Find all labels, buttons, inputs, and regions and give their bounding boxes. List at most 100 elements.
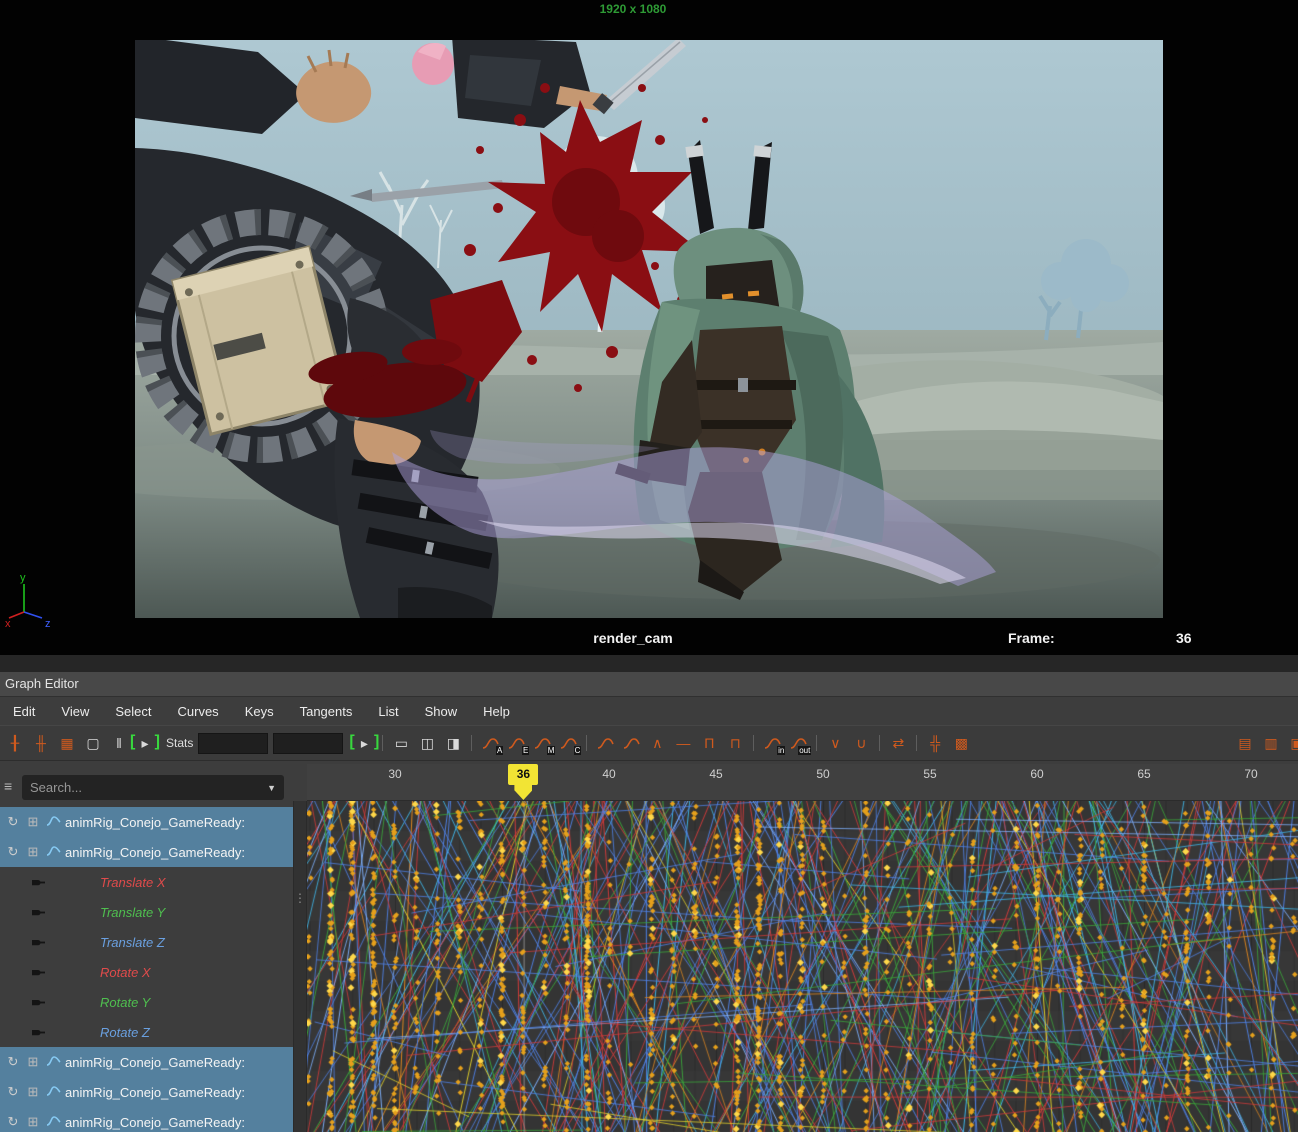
curve-graph[interactable] — [307, 801, 1298, 1132]
insert-keys-tool-icon[interactable]: ╫ — [28, 731, 54, 755]
spline-tangent-button-icon[interactable] — [592, 731, 618, 755]
grid-icon: ⊞ — [25, 1054, 41, 1070]
stats-label: Stats — [166, 736, 193, 750]
move-nearest-picked-key-tool-icon[interactable]: ╂ — [2, 731, 28, 755]
character-set-icon: ↻ — [5, 1084, 21, 1100]
stacked-view-button-icon[interactable]: ◫ — [414, 731, 440, 755]
dropdown-arrow-icon[interactable]: ▼ — [267, 783, 276, 793]
channel-label: Translate X — [100, 875, 166, 890]
graph-editor-panel: Graph Editor EditViewSelectCurvesKeysTan… — [0, 672, 1298, 1132]
ruler-tick-label: 65 — [1124, 767, 1164, 781]
frame-value: 36 — [1176, 630, 1192, 646]
tangent-badge: out — [798, 746, 811, 755]
ruler-tick-label: 60 — [1017, 767, 1057, 781]
outliner-node-row[interactable]: ↻⊞ animRig_Conejo_GameReady: — [0, 837, 293, 867]
current-frame-pointer — [514, 785, 532, 800]
step-tangent-button-icon[interactable]: Π — [696, 731, 722, 755]
outliner-channel-row[interactable]: Translate X — [0, 867, 293, 897]
unify-tangents-button-icon[interactable]: ∪ — [848, 731, 874, 755]
show-buffer-curves-button-icon[interactable]: ▣ — [1284, 731, 1298, 755]
timeline-ruler[interactable]: 36 3040455055606570 — [307, 764, 1298, 801]
stats-field-1[interactable] — [198, 733, 268, 754]
node-label: animRig_Conejo_GameReady: — [65, 1085, 245, 1100]
outliner-node-row[interactable]: ↻⊞animRig_Conejo_GameReady: — [0, 1077, 293, 1107]
tangent-badge: in — [777, 746, 785, 755]
outliner-node-row[interactable]: ↻⊞animRig_Conejo_GameReady: — [0, 1107, 293, 1132]
in-tangent-button-icon[interactable]: in — [759, 731, 785, 755]
lattice-deform-keys-tool-icon[interactable]: ▦ — [54, 731, 80, 755]
ruler-tick-label: 55 — [910, 767, 950, 781]
panel-splitter[interactable]: ⋮ — [293, 801, 307, 1132]
outliner-channel-row[interactable]: Translate Y — [0, 897, 293, 927]
menu-curves[interactable]: Curves — [165, 699, 232, 724]
free-tangent-weight-button-icon[interactable]: ⇄ — [885, 731, 911, 755]
node-label: animRig_Conejo_GameReady: — [65, 845, 245, 860]
character-set-icon: ↻ — [5, 1054, 21, 1070]
outliner-channel-row[interactable]: Rotate Y — [0, 987, 293, 1017]
linear-tangent-button-icon[interactable]: ∧ — [644, 731, 670, 755]
render-viewport[interactable] — [135, 40, 1163, 618]
keyframe-icon — [30, 907, 48, 918]
menu-help[interactable]: Help — [470, 699, 523, 724]
auto-mix-tangent-button-icon[interactable]: M — [529, 731, 555, 755]
channel-label: Rotate Z — [100, 1025, 150, 1040]
graph-select-tool-icon[interactable]: ▸ — [132, 731, 158, 755]
tangent-badge: M — [547, 746, 556, 755]
ruler-tick-label: 70 — [1231, 767, 1271, 781]
outliner-channel-row[interactable]: Rotate Z — [0, 1017, 293, 1047]
channel-label: Translate Y — [100, 905, 165, 920]
menu-select[interactable]: Select — [102, 699, 164, 724]
outliner-channel-row[interactable]: Translate Z — [0, 927, 293, 957]
clamped-tangent-button-icon[interactable] — [618, 731, 644, 755]
anim-curve-icon — [45, 815, 61, 830]
buffer-curve-snapshot-button-icon[interactable]: ▤ — [1232, 731, 1258, 755]
grid-icon: ⊞ — [25, 1114, 41, 1130]
menu-keys[interactable]: Keys — [232, 699, 287, 724]
toolbar-separator — [586, 735, 587, 751]
auto-ease-tangent-button-icon[interactable]: E — [503, 731, 529, 755]
auto-tangent-button-icon[interactable]: A — [477, 731, 503, 755]
search-input[interactable]: Search... ▼ — [22, 775, 284, 800]
ruler-tick-label: 40 — [589, 767, 629, 781]
keypad-entry-button-icon[interactable]: ▩ — [948, 731, 974, 755]
buffer-curve-swap-button-icon[interactable]: ▥ — [1258, 731, 1284, 755]
toolbar-separator — [879, 735, 880, 751]
channel-outliner: ↻⊞animRig_Conejo_GameReady:↻⊞animRig_Con… — [0, 807, 293, 1132]
toolbar-separator — [816, 735, 817, 751]
grid-icon: ⊞ — [25, 844, 41, 860]
toolbar-separator — [916, 735, 917, 751]
toolbar-separator — [471, 735, 472, 751]
current-frame-number: 36 — [517, 767, 530, 781]
absolute-view-button-icon[interactable]: ▭ — [388, 731, 414, 755]
menu-tangents[interactable]: Tangents — [287, 699, 366, 724]
out-tangent-button-icon[interactable]: out — [785, 731, 811, 755]
keyframe-icon — [30, 967, 48, 978]
axis-z-label: z — [45, 618, 51, 628]
break-tangents-button-icon[interactable]: ∨ — [822, 731, 848, 755]
axis-gizmo: y x z — [4, 570, 60, 628]
outliner-node-row[interactable]: ↻⊞animRig_Conejo_GameReady: — [0, 807, 293, 837]
tangent-badge: E — [522, 746, 529, 755]
flat-tangent-button-icon[interactable]: ― — [670, 731, 696, 755]
menu-edit[interactable]: Edit — [0, 699, 48, 724]
region-select-tool-icon[interactable]: ▢ — [80, 731, 106, 755]
outliner-channel-row[interactable]: Rotate X — [0, 957, 293, 987]
tangent-badge: A — [496, 746, 503, 755]
move-key-component-button-icon[interactable]: ╬ — [922, 731, 948, 755]
menu-show[interactable]: Show — [412, 699, 471, 724]
menu-view[interactable]: View — [48, 699, 102, 724]
playhead-snap-toggle-icon[interactable]: ▸ — [351, 731, 377, 755]
retime-tool-icon[interactable]: ‖ — [106, 731, 132, 755]
auto-custom-tangent-button-icon[interactable]: C — [555, 731, 581, 755]
stats-field-2[interactable] — [273, 733, 343, 754]
plateau-tangent-button-icon[interactable]: ⊓ — [722, 731, 748, 755]
panel-menu-icon[interactable]: ≡ — [4, 778, 12, 794]
character-set-icon: ↻ — [5, 844, 21, 860]
outliner-node-row[interactable]: ↻⊞animRig_Conejo_GameReady: — [0, 1047, 293, 1077]
anim-curve-icon — [45, 1085, 61, 1100]
current-frame-marker[interactable]: 36 — [508, 764, 538, 785]
menu-list[interactable]: List — [365, 699, 411, 724]
normalized-view-button-icon[interactable]: ◨ — [440, 731, 466, 755]
camera-name-label: render_cam — [0, 630, 1266, 646]
tangent-badge: C — [574, 746, 582, 755]
